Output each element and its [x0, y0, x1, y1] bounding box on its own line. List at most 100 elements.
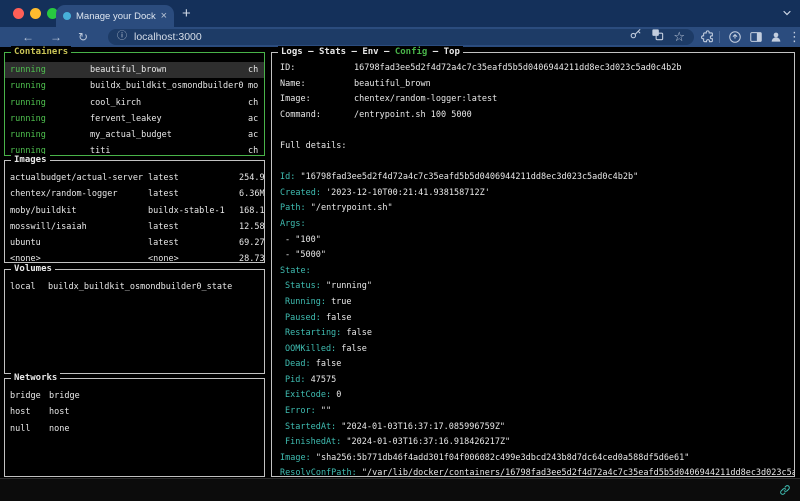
inspector-panel: Logs — Stats — Env — Config — Top ID:167… [271, 52, 795, 477]
image-tag: buildx-stable-1 [148, 203, 239, 219]
inspector-content: ID:16798fad3ee5d2f4d72a4c7c35eafd5b5d040… [272, 53, 794, 476]
config-value: "sha256:5b771db46f4add301f04f006082c499e… [316, 453, 690, 463]
site-info-icon[interactable]: ⓘ [117, 29, 127, 45]
summary-value: /entrypoint.sh 100 5000 [354, 110, 472, 120]
back-button[interactable]: ← [22, 27, 34, 47]
container-name: titi [90, 146, 110, 155]
config-line: Id: "16798fad3ee5d2f4d72a4c7c35eafd5b5d0… [280, 170, 794, 186]
network-driver: bridge [49, 391, 80, 401]
image-tag: latest [148, 170, 239, 186]
link-icon[interactable] [759, 484, 791, 496]
config-key: Id: [280, 172, 300, 182]
network-name: null [10, 421, 49, 437]
bookmark-star-icon[interactable]: ☆ [673, 30, 685, 44]
config-line: Error: "" [280, 404, 794, 420]
config-line: ExitCode: 0 [280, 388, 794, 404]
details-heading: Full details: [280, 139, 794, 155]
container-name: cool_kirch [90, 98, 141, 108]
password-key-icon[interactable] [629, 28, 642, 46]
image-size: 69.27M [239, 238, 264, 248]
config-value: "/var/lib/docker/containers/16798fad3ee5… [362, 468, 794, 476]
container-row[interactable]: runningmy_actual_budgetac [5, 127, 264, 143]
profile-avatar-icon[interactable] [769, 30, 783, 44]
browser-toolbar: ← → ↻ ⓘ localhost:3000 ☆ [0, 27, 800, 47]
browser-menu-icon[interactable]: ⋮ [788, 30, 800, 44]
address-bar[interactable]: ⓘ localhost:3000 ☆ [108, 29, 694, 45]
config-value: "2024-01-03T16:37:16.918426217Z" [346, 437, 510, 447]
image-row[interactable]: mosswill/isaiahlatest12.58M [5, 219, 264, 235]
container-name: my_actual_budget [90, 130, 172, 140]
config-line: Restarting: false [280, 326, 794, 342]
images-panel: Images actualbudget/actual-serverlatest2… [4, 160, 265, 263]
side-panel-icon[interactable] [749, 30, 763, 44]
container-image: ch [248, 143, 258, 155]
summary-value: 16798fad3ee5d2f4d72a4c7c35eafd5b5d040694… [354, 63, 682, 73]
config-line: FinishedAt: "2024-01-03T16:37:16.9184262… [280, 435, 794, 451]
forward-button[interactable]: → [50, 27, 62, 47]
config-value: 47575 [311, 375, 337, 385]
new-tab-button[interactable]: + [182, 3, 191, 24]
container-status: running [10, 111, 90, 127]
tab-strip: Manage your Docker fleet w × + [0, 0, 800, 27]
container-row[interactable]: runningbuildx_buildkit_osmondbuilder0mo [5, 78, 264, 94]
update-icon[interactable] [728, 30, 742, 44]
container-row[interactable]: runningcool_kirchch [5, 95, 264, 111]
blank-line [280, 123, 794, 139]
tab-search-chevron-icon[interactable] [781, 7, 793, 19]
container-name: fervent_leakey [90, 114, 162, 124]
container-row[interactable]: runningfervent_leakey ac [5, 111, 264, 127]
container-status: running [10, 78, 90, 94]
image-name: ubuntu [10, 235, 148, 251]
config-value: false [326, 313, 352, 323]
reload-button[interactable]: ↻ [78, 27, 88, 47]
image-row[interactable]: moby/buildkitbuildx-stable-1168.13 [5, 203, 264, 219]
translate-icon[interactable] [651, 28, 664, 46]
image-size: 6.36MB [239, 189, 264, 199]
url-text[interactable]: localhost:3000 [134, 29, 622, 45]
network-row[interactable]: bridgebridge [5, 388, 264, 404]
blank-line [280, 155, 794, 171]
config-key: Created: [280, 188, 326, 198]
container-image: mo [248, 78, 258, 94]
volume-driver: local [10, 279, 48, 295]
container-image: ch [248, 95, 258, 111]
container-row[interactable]: runningbeautiful_brownch [5, 62, 264, 78]
summary-label: Command: [280, 108, 354, 124]
image-name: chentex/random-logger [10, 186, 148, 202]
config-line: - "5000" [280, 248, 794, 264]
config-line: Path: "/entrypoint.sh" [280, 201, 794, 217]
tab-title: Manage your Docker fleet w [76, 11, 156, 22]
container-status: running [10, 127, 90, 143]
browser-tab[interactable]: Manage your Docker fleet w × [56, 5, 174, 27]
config-key: Image: [280, 453, 316, 463]
config-key: Paused: [285, 313, 326, 323]
image-tag: latest [148, 235, 239, 251]
config-line: - "100" [280, 233, 794, 249]
extensions-icon[interactable] [701, 30, 715, 44]
network-row[interactable]: hosthost [5, 404, 264, 420]
summary-line: Name:beautiful_brown [280, 77, 794, 93]
config-value: false [346, 328, 372, 338]
image-row[interactable]: chentex/random-loggerlatest6.36MB [5, 186, 264, 202]
container-image: ac [248, 111, 258, 127]
image-row[interactable]: <none><none>28.73M [5, 251, 264, 262]
volume-row[interactable]: localbuildx_buildkit_osmondbuilder0_stat… [5, 279, 264, 295]
network-driver: none [49, 424, 69, 434]
config-value: '2023-12-10T00:21:41.938158712Z' [326, 188, 490, 198]
config-key: Status: [285, 281, 326, 291]
tab-close-icon[interactable]: × [161, 11, 167, 22]
window-close-button[interactable] [13, 8, 24, 19]
summary-line: ID:16798fad3ee5d2f4d72a4c7c35eafd5b5d040… [280, 61, 794, 77]
config-line: OOMKilled: false [280, 342, 794, 358]
network-row[interactable]: nullnone [5, 421, 264, 437]
window-minimize-button[interactable] [30, 8, 41, 19]
image-name: moby/buildkit [10, 203, 148, 219]
config-key: FinishedAt: [285, 437, 346, 447]
image-tag: latest [148, 186, 239, 202]
status-bar: ← → ↑ ↓: navigate, x: menu, b: view bulk… [0, 478, 800, 501]
config-line: ResolvConfPath: "/var/lib/docker/contain… [280, 466, 794, 476]
image-row[interactable]: ubuntulatest69.27M [5, 235, 264, 251]
image-row[interactable]: actualbudget/actual-serverlatest254.98 [5, 170, 264, 186]
summary-line: Command:/entrypoint.sh 100 5000 [280, 108, 794, 124]
containers-panel: Containers runningbeautiful_brownchrunni… [4, 52, 265, 156]
